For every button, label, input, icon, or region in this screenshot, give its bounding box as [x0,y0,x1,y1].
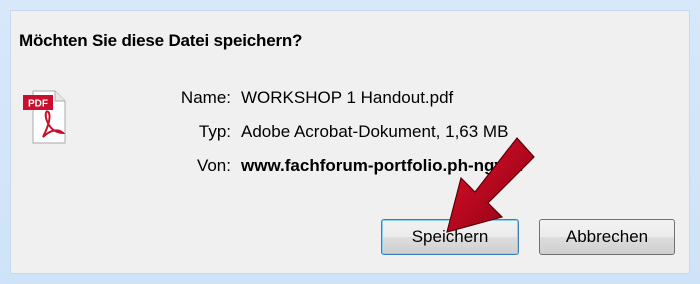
pdf-file-icon: PDF [23,90,66,144]
dialog-question: Möchten Sie diese Datei speichern? [19,31,303,50]
from-label: Von: [196,156,231,175]
name-value: WORKSHOP 1 Handout.pdf [241,88,454,107]
from-value: www.fachforum-portfolio.ph-ngv.at [241,156,523,175]
dialog-body: Möchten Sie diese Datei speichern? PDF N… [10,10,690,274]
dialog-window: Möchten Sie diese Datei speichern? PDF N… [0,0,700,284]
type-label: Typ: [198,122,231,141]
name-label: Name: [180,88,231,107]
save-button[interactable]: Speichern [381,219,519,255]
cancel-button[interactable]: Abbrechen [539,219,675,255]
type-value: Adobe Acrobat-Dokument, 1,63 MB [241,122,509,141]
pdf-badge-text: PDF [28,99,48,110]
